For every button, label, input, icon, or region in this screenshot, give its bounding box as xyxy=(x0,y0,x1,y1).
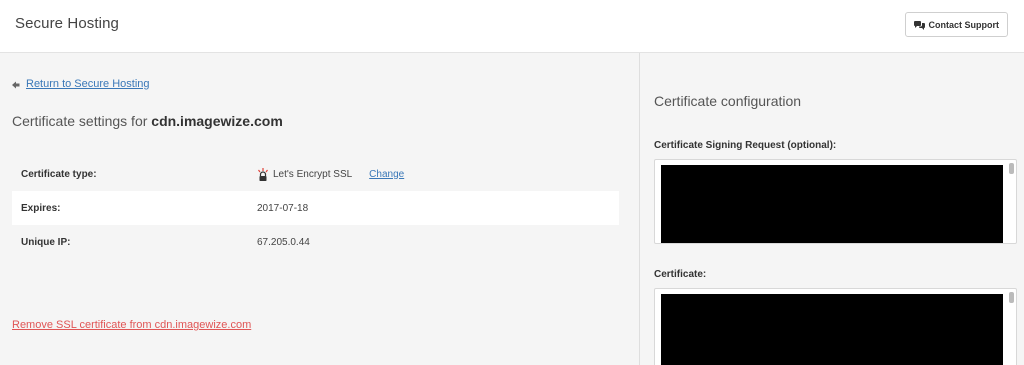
contact-support-label: Contact Support xyxy=(928,19,1000,30)
change-certificate-link[interactable]: Change xyxy=(369,169,404,180)
certificate-settings-panel: Return to Secure Hosting Certificate set… xyxy=(0,53,639,365)
top-bar: Secure Hosting Contact Support xyxy=(0,0,1024,53)
page-title: Secure Hosting xyxy=(15,15,119,32)
csr-scrollbar[interactable] xyxy=(1009,163,1014,174)
certificate-type-label: Certificate type: xyxy=(21,168,97,180)
unique-ip-label: Unique IP: xyxy=(21,236,71,248)
expires-value: 2017-07-18 xyxy=(257,202,309,214)
configuration-title: Certificate configuration xyxy=(654,93,802,109)
heading-prefix: Certificate settings for xyxy=(12,113,148,129)
certificate-heading: Certificate settings for cdn.imagewize.c… xyxy=(12,113,283,129)
csr-redacted-content xyxy=(661,165,1003,243)
certificate-type-value: Let's Encrypt SSL Change xyxy=(257,167,404,181)
certificate-type-text: Let's Encrypt SSL xyxy=(273,168,353,180)
arrow-left-icon xyxy=(12,80,20,89)
certificate-label: Certificate: xyxy=(654,269,707,280)
remove-ssl-certificate-link[interactable]: Remove SSL certificate from cdn.imagewiz… xyxy=(12,319,251,331)
contact-support-button[interactable]: Contact Support xyxy=(904,12,1008,37)
csr-textarea[interactable] xyxy=(654,159,1017,244)
table-row: Expires: 2017-07-18 xyxy=(12,191,619,225)
return-to-secure-hosting-link[interactable]: Return to Secure Hosting xyxy=(26,78,150,90)
expires-label: Expires: xyxy=(21,202,61,214)
back-link-row: Return to Secure Hosting xyxy=(12,78,150,90)
certificate-configuration-panel: Certificate configuration Certificate Si… xyxy=(640,53,1024,365)
table-row: Unique IP: 67.205.0.44 xyxy=(12,225,619,259)
certificate-scrollbar[interactable] xyxy=(1009,292,1014,303)
table-row: Certificate type: Let's Encrypt SSL Chan… xyxy=(12,157,619,191)
certificate-redacted-content xyxy=(661,294,1003,365)
certificate-details-table: Certificate type: Let's Encrypt SSL Chan… xyxy=(12,157,619,259)
heading-domain: cdn.imagewize.com xyxy=(151,113,283,129)
csr-label: Certificate Signing Request (optional): xyxy=(654,140,837,151)
chat-bubbles-icon xyxy=(913,20,925,30)
certificate-textarea[interactable] xyxy=(654,288,1017,365)
lets-encrypt-icon xyxy=(257,167,269,181)
unique-ip-value: 67.205.0.44 xyxy=(257,236,310,248)
